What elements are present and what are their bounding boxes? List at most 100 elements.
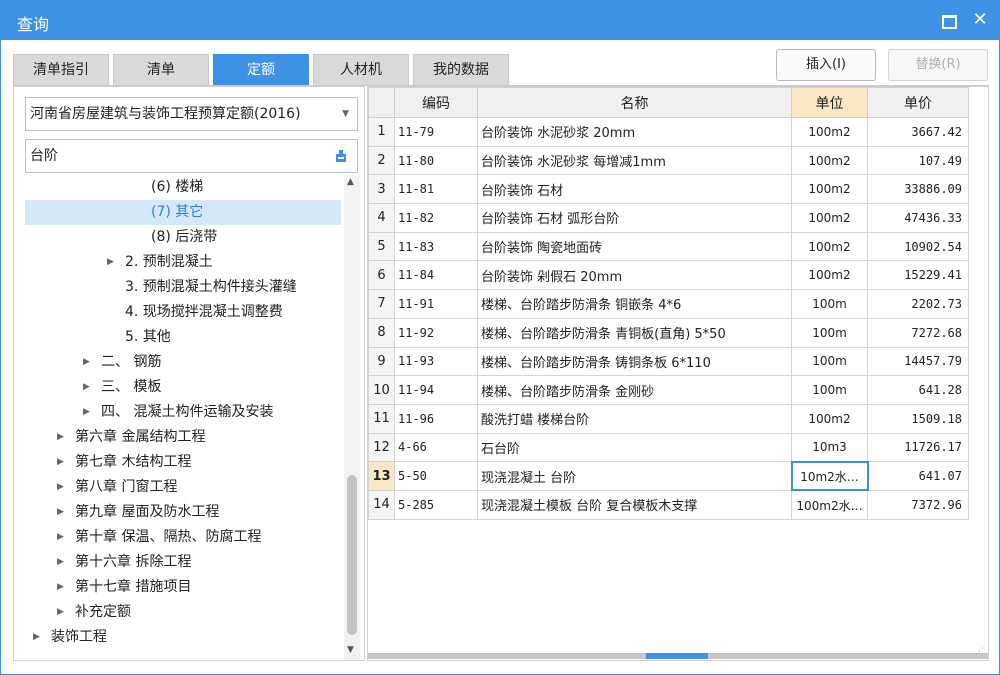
cell-unit[interactable]: 100m2 [791, 174, 868, 205]
cell-code[interactable]: 11-96 [394, 403, 478, 434]
cell-unit[interactable]: 100m [791, 346, 868, 377]
tree-node[interactable]: 5. 其他 [25, 325, 341, 350]
cell-price[interactable]: 107.49 [867, 145, 969, 176]
cell-unit[interactable]: 100m2 [791, 231, 868, 262]
expand-arrow-icon[interactable]: ▶ [57, 575, 64, 600]
cell-name[interactable]: 台阶装饰 水泥砂浆 每增减1mm [477, 145, 792, 176]
row-number[interactable]: 5 [368, 231, 395, 262]
cell-code[interactable]: 11-84 [394, 260, 478, 291]
cell-unit[interactable]: 100m2 [791, 117, 868, 147]
tab-bill[interactable]: 清单 [113, 54, 209, 85]
cell-code[interactable]: 11-93 [394, 346, 478, 377]
tree-node[interactable]: ▶ 第六章 金属结构工程 [25, 425, 341, 450]
tree-node[interactable]: ▶ 第八章 门窗工程 [25, 475, 341, 500]
expand-arrow-icon[interactable]: ▶ [57, 475, 64, 500]
table-row[interactable]: 6 11-84 台阶装饰 剁假石 20mm 100m2 15229.41 [368, 260, 969, 291]
row-number[interactable]: 3 [368, 174, 395, 205]
cell-price[interactable]: 641.07 [867, 461, 969, 491]
tree-node[interactable]: (6) 楼梯 [25, 175, 341, 200]
expand-arrow-icon[interactable]: ▶ [83, 400, 90, 425]
tree-node[interactable]: ▶ 第九章 屋面及防水工程 [25, 500, 341, 525]
cell-code[interactable]: 11-81 [394, 174, 478, 205]
cell-price[interactable]: 3667.42 [867, 117, 969, 147]
cell-name[interactable]: 台阶装饰 水泥砂浆 20mm [477, 117, 792, 147]
insert-button[interactable]: 插入(I) [776, 49, 876, 81]
header-price[interactable]: 单价 [867, 87, 969, 118]
table-row[interactable]: 13 5-50 现浇混凝土 台阶 10m2水… 641.07 [368, 460, 969, 492]
tree-node[interactable]: ▶ 三、 模板 [25, 375, 341, 400]
cell-price[interactable]: 7372.96 [867, 489, 969, 520]
expand-arrow-icon[interactable]: ▶ [57, 500, 64, 525]
table-row[interactable]: 14 5-285 现浇混凝土模板 台阶 复合模板木支撑 100m2水… 7372.96 [368, 489, 969, 520]
scroll-thumb[interactable] [347, 475, 357, 635]
cell-name[interactable]: 台阶装饰 陶瓷地面砖 [477, 231, 792, 262]
cell-code[interactable]: 11-94 [394, 375, 478, 405]
cell-price[interactable]: 10902.54 [867, 231, 969, 262]
row-number[interactable]: 4 [368, 203, 395, 233]
cell-name[interactable]: 台阶装饰 剁假石 20mm [477, 260, 792, 291]
replace-button[interactable]: 替换(R) [888, 49, 988, 81]
cell-unit[interactable]: 100m2 [791, 145, 868, 176]
search-input[interactable]: 台阶 [25, 139, 358, 173]
cell-price[interactable]: 14457.79 [867, 346, 969, 377]
cell-code[interactable]: 11-80 [394, 145, 478, 176]
cell-name[interactable]: 石台阶 [477, 432, 792, 463]
row-number[interactable]: 11 [368, 403, 395, 434]
table-row[interactable]: 3 11-81 台阶装饰 石材 100m2 33886.09 [368, 174, 969, 205]
table-row[interactable]: 11 11-96 酸洗打蜡 楼梯台阶 100m2 1509.18 [368, 403, 969, 434]
table-row[interactable]: 5 11-83 台阶装饰 陶瓷地面砖 100m2 10902.54 [368, 231, 969, 262]
header-name[interactable]: 名称 [477, 87, 792, 118]
cell-unit[interactable]: 100m2 [791, 203, 868, 233]
cell-unit[interactable]: 100m2 [791, 403, 868, 434]
row-number[interactable]: 1 [368, 117, 395, 147]
clear-filter-icon[interactable] [334, 149, 348, 163]
cell-price[interactable]: 2202.73 [867, 289, 969, 319]
row-number[interactable]: 10 [368, 375, 395, 405]
header-unit[interactable]: 单位 [791, 87, 868, 118]
row-number[interactable]: 6 [368, 260, 395, 291]
cell-code[interactable]: 11-91 [394, 289, 478, 319]
expand-arrow-icon[interactable]: ▶ [57, 550, 64, 575]
tree-node[interactable]: ▶ 二、 钢筋 [25, 350, 341, 375]
table-row[interactable]: 10 11-94 楼梯、台阶踏步防滑条 金刚砂 100m 641.28 [368, 375, 969, 405]
grid-splitter[interactable] [368, 653, 988, 659]
tree-node[interactable]: 3. 预制混凝土构件接头灌缝 [25, 275, 341, 300]
row-number[interactable]: 2 [368, 145, 395, 176]
cell-code[interactable]: 11-82 [394, 203, 478, 233]
cell-unit[interactable]: 100m [791, 375, 868, 405]
cell-unit[interactable]: 100m [791, 289, 868, 319]
row-number[interactable]: 12 [368, 432, 395, 463]
table-row[interactable]: 2 11-80 台阶装饰 水泥砂浆 每增减1mm 100m2 107.49 [368, 145, 969, 176]
cell-name[interactable]: 楼梯、台阶踏步防滑条 铸铜条板 6*110 [477, 346, 792, 377]
table-row[interactable]: 7 11-91 楼梯、台阶踏步防滑条 铜嵌条 4*6 100m 2202.73 [368, 289, 969, 319]
cell-name[interactable]: 现浇混凝土 台阶 [477, 461, 792, 491]
expand-arrow-icon[interactable]: ▶ [33, 625, 40, 650]
quota-library-select[interactable]: 河南省房屋建筑与装饰工程预算定额(2016) ▼ [25, 97, 358, 131]
cell-name[interactable]: 楼梯、台阶踏步防滑条 铜嵌条 4*6 [477, 289, 792, 319]
tree-node[interactable]: (7) 其它 [25, 200, 341, 225]
cell-price[interactable]: 641.28 [867, 375, 969, 405]
tree-node[interactable]: ▶ 第十七章 措施项目 [25, 575, 341, 600]
cell-price[interactable]: 7272.68 [867, 317, 969, 348]
table-row[interactable]: 4 11-82 台阶装饰 石材 弧形台阶 100m2 47436.33 [368, 203, 969, 233]
tab-quota[interactable]: 定额 [213, 54, 309, 85]
splitter-handle[interactable] [646, 653, 708, 659]
expand-arrow-icon[interactable]: ▶ [83, 350, 90, 375]
cell-name[interactable]: 楼梯、台阶踏步防滑条 金刚砂 [477, 375, 792, 405]
tree-node[interactable]: ▶ 2. 预制混凝土 [25, 250, 341, 275]
tree-node[interactable]: ▶ 第十六章 拆除工程 [25, 550, 341, 575]
cell-code[interactable]: 11-83 [394, 231, 478, 262]
tree-node[interactable]: ▶ 补充定额 [25, 600, 341, 625]
cell-code[interactable]: 4-66 [394, 432, 478, 463]
expand-arrow-icon[interactable]: ▶ [83, 375, 90, 400]
cell-unit[interactable]: 10m3 [791, 432, 868, 463]
expand-arrow-icon[interactable]: ▶ [57, 525, 64, 550]
cell-unit[interactable]: 100m [791, 317, 868, 348]
table-row[interactable]: 12 4-66 石台阶 10m3 11726.17 [368, 432, 969, 463]
cell-unit[interactable]: 10m2水… [790, 460, 869, 492]
table-row[interactable]: 1 11-79 台阶装饰 水泥砂浆 20mm 100m2 3667.42 [368, 117, 969, 147]
resize-grip-icon[interactable]: ⋰ [975, 647, 985, 657]
tree-node[interactable]: ▶ 第十章 保温、隔热、防腐工程 [25, 525, 341, 550]
tree-node[interactable]: ▶ 第七章 木结构工程 [25, 450, 341, 475]
cell-price[interactable]: 33886.09 [867, 174, 969, 205]
